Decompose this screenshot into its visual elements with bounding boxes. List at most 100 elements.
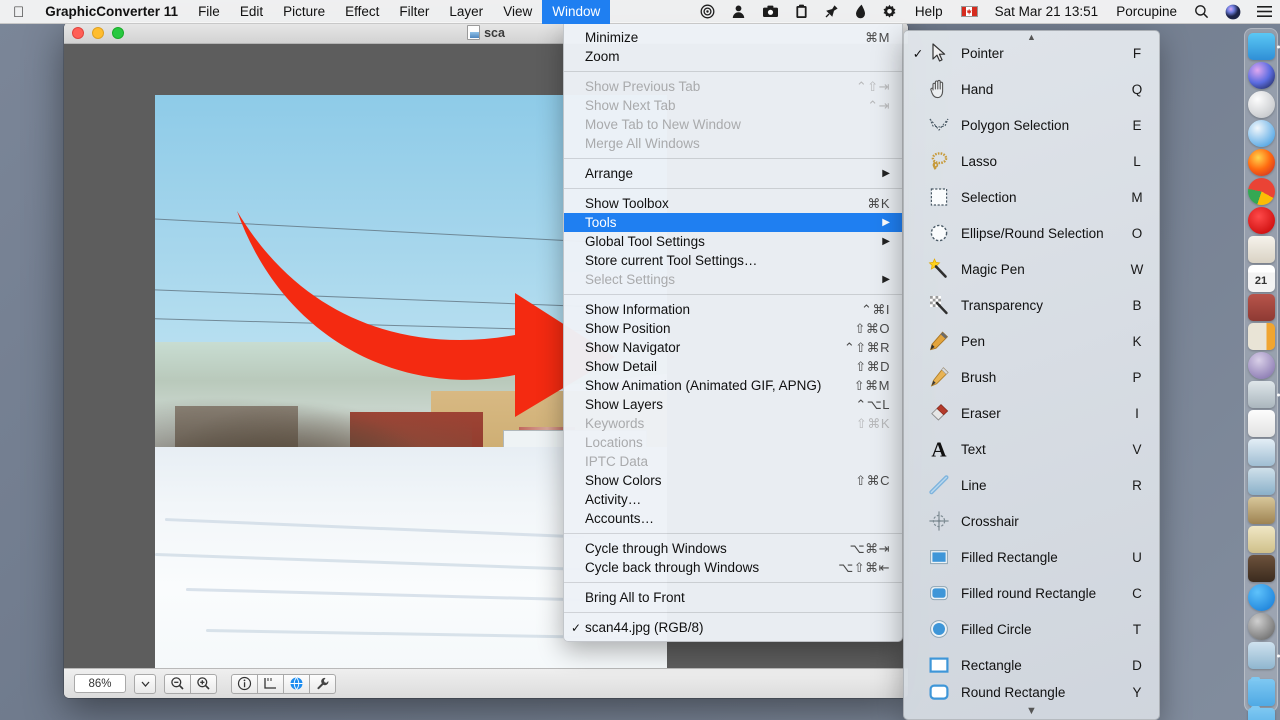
wrench-icon[interactable] [310, 673, 336, 694]
menu-item-cycle-back-through-windows[interactable]: Cycle back through Windows ⌥⇧⌘⇤ [564, 558, 902, 577]
menu-item-global-tool-settings[interactable]: Global Tool Settings ▶ [564, 232, 902, 251]
dock-item-calendar[interactable]: 21 [1247, 265, 1275, 292]
zoom-preset-dropdown[interactable] [134, 673, 156, 694]
menu-item-tools[interactable]: Tools ▶ [564, 213, 902, 232]
tools-list[interactable]: ✓ Pointer F Hand Q Polygon Selection E Lasso L Se… [904, 35, 1159, 701]
notification-center-icon[interactable] [1249, 0, 1280, 23]
dock-item-safari[interactable] [1247, 120, 1275, 147]
info-icon[interactable] [231, 673, 258, 694]
menu-item-zoom[interactable]: Zoom [564, 47, 902, 66]
menu-item-activity[interactable]: Activity… [564, 490, 902, 509]
tool-item-ellipse-round-selection[interactable]: Ellipse/Round Selection O [904, 215, 1159, 251]
menu-picture[interactable]: Picture [273, 0, 335, 24]
menu-item-show-animation-animated-gif-apng[interactable]: Show Animation (Animated GIF, APNG) ⇧⌘M [564, 376, 902, 395]
dock-item-scissors[interactable] [1247, 381, 1275, 408]
dock-item-app-store[interactable] [1247, 584, 1275, 611]
user-icon[interactable] [723, 0, 754, 23]
menu-item-scan44-jpg-rgb-8[interactable]: ✓ scan44.jpg (RGB/8) [564, 618, 902, 637]
search-icon[interactable] [1186, 0, 1217, 23]
zoom-in-button[interactable] [191, 673, 217, 694]
user-name[interactable]: Porcupine [1107, 0, 1186, 23]
dock-item-preview[interactable] [1247, 439, 1275, 466]
tool-item-pointer[interactable]: ✓ Pointer F [904, 35, 1159, 71]
tool-item-hand[interactable]: Hand Q [904, 71, 1159, 107]
dock[interactable]: 21 [1244, 28, 1278, 720]
help-menu[interactable]: Help [905, 0, 953, 24]
dock-item-graphicconverter[interactable] [1247, 468, 1275, 495]
menu-edit[interactable]: Edit [230, 0, 273, 24]
target-icon[interactable] [692, 0, 723, 23]
pin-icon[interactable] [816, 0, 847, 23]
tool-item-magic-pen[interactable]: Magic Pen W [904, 251, 1159, 287]
tool-item-brush[interactable]: Brush P [904, 359, 1159, 395]
dock-item-pages[interactable] [1247, 410, 1275, 437]
menu-item-minimize[interactable]: Minimize ⌘M [564, 28, 902, 47]
zoom-level-field[interactable]: 86% [74, 674, 126, 693]
gear-icon[interactable] [874, 0, 905, 23]
dock-item-siri[interactable] [1247, 62, 1275, 89]
apple-logo-icon[interactable]:  [0, 0, 35, 24]
menu-item-show-navigator[interactable]: Show Navigator ⌃⇧⌘R [564, 338, 902, 357]
menu-view[interactable]: View [493, 0, 542, 24]
menu-file[interactable]: File [188, 0, 230, 24]
tool-item-line[interactable]: Line R [904, 467, 1159, 503]
menu-item-store-current-tool-settings[interactable]: Store current Tool Settings… [564, 251, 902, 270]
dock-item-folder-tool[interactable] [1247, 526, 1275, 553]
menu-bar-menus[interactable]: File Edit Picture Effect Filter Layer View Wind… [188, 0, 611, 24]
menu-item-cycle-through-windows[interactable]: Cycle through Windows ⌥⌘⇥ [564, 539, 902, 558]
menu-window[interactable]: Window [542, 0, 611, 24]
dock-item-folder-1[interactable] [1247, 677, 1275, 706]
tool-item-pen[interactable]: Pen K [904, 323, 1159, 359]
globe-icon[interactable] [284, 673, 310, 694]
dock-item-photo-app[interactable] [1247, 555, 1275, 582]
tool-item-round-rectangle[interactable]: Round Rectangle Y [904, 683, 1159, 701]
menu-item-bring-all-to-front[interactable]: Bring All to Front [564, 588, 902, 607]
dock-item-chrome[interactable] [1247, 178, 1275, 205]
tool-item-eraser[interactable]: Eraser I [904, 395, 1159, 431]
dock-item-opera[interactable] [1247, 207, 1275, 234]
menu-item-show-colors[interactable]: Show Colors ⇧⌘C [564, 471, 902, 490]
zoom-out-button[interactable] [164, 673, 191, 694]
camera-icon[interactable] [754, 0, 787, 23]
tool-item-transparency[interactable]: Transparency B [904, 287, 1159, 323]
menu-effect[interactable]: Effect [335, 0, 389, 24]
tool-item-crosshair[interactable]: Crosshair [904, 503, 1159, 539]
tool-item-filled-rectangle[interactable]: Filled Rectangle U [904, 539, 1159, 575]
clipboard-icon[interactable] [787, 0, 816, 23]
dock-item-finder[interactable] [1247, 33, 1275, 60]
dock-item-folder-2[interactable] [1247, 706, 1275, 720]
menu-item-show-information[interactable]: Show Information ⌃⌘I [564, 300, 902, 319]
tool-item-polygon-selection[interactable]: Polygon Selection E [904, 107, 1159, 143]
menu-item-show-position[interactable]: Show Position ⇧⌘O [564, 319, 902, 338]
scroll-down-arrow[interactable]: ▼ [904, 705, 1159, 717]
dock-item-firefox[interactable] [1247, 149, 1275, 176]
siri-icon[interactable] [1217, 0, 1249, 23]
menu-item-accounts[interactable]: Accounts… [564, 509, 902, 528]
menu-item-show-layers[interactable]: Show Layers ⌃⌥L [564, 395, 902, 414]
app-name-menu[interactable]: GraphicConverter 11 [35, 0, 188, 24]
zoom-buttons-group[interactable] [164, 673, 217, 694]
menu-item-show-detail[interactable]: Show Detail ⇧⌘D [564, 357, 902, 376]
dock-item-home-app[interactable] [1247, 642, 1275, 669]
dock-item-system-preferences[interactable] [1247, 613, 1275, 640]
menu-layer[interactable]: Layer [439, 0, 493, 24]
dock-item-image-tool[interactable] [1247, 497, 1275, 524]
dock-item-bbedit[interactable] [1247, 352, 1275, 379]
dock-item-dictionary[interactable] [1247, 294, 1275, 321]
window-tool-buttons-group[interactable] [231, 673, 336, 694]
clock[interactable]: Sat Mar 21 13:51 [986, 0, 1108, 23]
tool-item-lasso[interactable]: Lasso L [904, 143, 1159, 179]
tool-item-text[interactable]: A Text V [904, 431, 1159, 467]
menu-bar-status-area[interactable]: Help Sat Mar 21 13:51 Porcupine [692, 0, 1280, 23]
bolt-icon[interactable] [847, 0, 874, 23]
tool-item-selection[interactable]: Selection M [904, 179, 1159, 215]
menu-bar[interactable]:  GraphicConverter 11 FileEditPictureEff… [0, 0, 1280, 24]
menu-item-arrange[interactable]: Arrange ▶ [564, 164, 902, 183]
tool-item-rectangle[interactable]: Rectangle D [904, 647, 1159, 683]
window-menu-dropdown[interactable]: Minimize ⌘M Zoom Show Previous Tab ⌃⇧⇥ Show N… [563, 24, 903, 642]
tool-item-filled-circle[interactable]: Filled Circle T [904, 611, 1159, 647]
dock-item-launchpad[interactable] [1247, 91, 1275, 118]
canada-flag-icon[interactable] [953, 0, 986, 23]
menu-item-show-toolbox[interactable]: Show Toolbox ⌘K [564, 194, 902, 213]
menu-filter[interactable]: Filter [389, 0, 439, 24]
